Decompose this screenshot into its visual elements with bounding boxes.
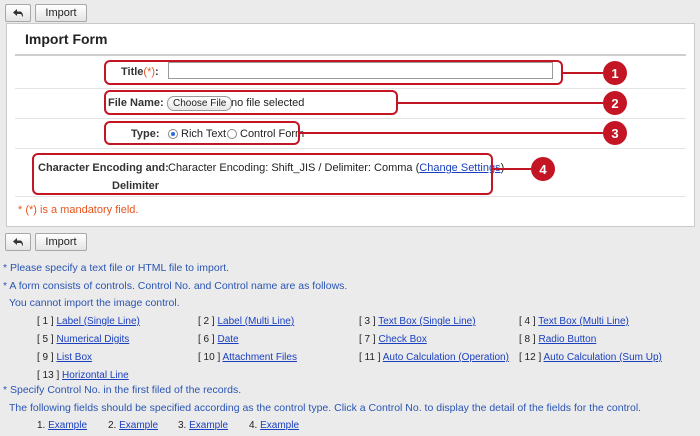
row-divider: [15, 196, 686, 197]
example-link[interactable]: Example: [260, 420, 299, 431]
control-item: [ 4 ] Text Box (Multi Line): [519, 316, 629, 327]
annotation-connector-4: [493, 168, 531, 170]
control-item: [ 3 ] Text Box (Single Line): [359, 316, 476, 327]
control-link[interactable]: Date: [217, 334, 238, 345]
control-number: [ 11 ]: [359, 352, 381, 363]
annotation-box-3: [104, 121, 300, 145]
annotation-box-2: [104, 90, 398, 115]
control-number: [ 8 ]: [519, 334, 536, 345]
control-item: [ 7 ] Check Box: [359, 334, 427, 345]
import-button[interactable]: Import: [35, 4, 87, 22]
annotation-connector-2: [398, 102, 603, 104]
annotation-connector-1: [563, 72, 603, 74]
annotation-badge-1: 1: [603, 61, 627, 85]
control-item: [ 9 ] List Box: [37, 352, 92, 363]
note-fields: The following fields should be specified…: [9, 402, 642, 414]
example-link[interactable]: Example: [119, 420, 158, 431]
control-link[interactable]: Label (Multi Line): [217, 316, 294, 327]
control-link[interactable]: List Box: [56, 352, 92, 363]
control-link[interactable]: Text Box (Single Line): [378, 316, 475, 327]
control-item: [ 8 ] Radio Button: [519, 334, 596, 345]
annotation-box-4: [32, 153, 493, 195]
annotation-badge-4: 4: [531, 157, 555, 181]
example-number: 2.: [108, 420, 117, 431]
control-item: [ 2 ] Label (Multi Line): [198, 316, 294, 327]
annotation-badge-2: 2: [603, 91, 627, 115]
control-item: [ 10 ] Attachment Files: [198, 352, 297, 363]
control-link[interactable]: Check Box: [378, 334, 426, 345]
control-item: [ 1 ] Label (Single Line): [37, 316, 140, 327]
back-arrow-icon: [13, 238, 23, 246]
control-number: [ 9 ]: [37, 352, 54, 363]
control-link[interactable]: Label (Single Line): [56, 316, 139, 327]
control-item: [ 5 ] Numerical Digits: [37, 334, 129, 345]
control-link[interactable]: Attachment Files: [222, 352, 296, 363]
example-item: 3. Example: [178, 420, 228, 431]
note-file-type: * Please specify a text file or HTML fil…: [3, 262, 230, 274]
control-number: [ 3 ]: [359, 316, 376, 327]
control-number: [ 10 ]: [198, 352, 221, 363]
note-image-control: You cannot import the image control.: [9, 297, 180, 309]
bottom-toolbar: Import: [5, 233, 87, 251]
control-link[interactable]: Radio Button: [538, 334, 596, 345]
control-link[interactable]: Auto Calculation (Operation): [383, 352, 509, 363]
control-number: [ 2 ]: [198, 316, 215, 327]
title-divider: [15, 54, 686, 56]
control-number: [ 7 ]: [359, 334, 376, 345]
control-link[interactable]: Auto Calculation (Sum Up): [543, 352, 661, 363]
control-link[interactable]: Numerical Digits: [56, 334, 129, 345]
note-controls: * A form consists of controls. Control N…: [3, 280, 348, 292]
back-button[interactable]: [5, 4, 31, 22]
control-item: [ 12 ] Auto Calculation (Sum Up): [519, 352, 662, 363]
control-item: [ 6 ] Date: [198, 334, 239, 345]
example-item: 2. Example: [108, 420, 158, 431]
control-number: [ 5 ]: [37, 334, 54, 345]
control-number: [ 13 ]: [37, 370, 60, 381]
import-button-bottom[interactable]: Import: [35, 233, 87, 251]
annotation-box-1: [104, 60, 563, 85]
control-item: [ 13 ] Horizontal Line: [37, 370, 129, 381]
example-item: 4. Example: [249, 420, 299, 431]
control-link[interactable]: Text Box (Multi Line): [538, 316, 629, 327]
example-number: 4.: [249, 420, 258, 431]
back-arrow-icon: [13, 9, 23, 17]
example-link[interactable]: Example: [48, 420, 87, 431]
back-button-bottom[interactable]: [5, 233, 31, 251]
note-control-no: * Specify Control No. in the first filed…: [3, 384, 242, 396]
row-divider: [15, 88, 686, 89]
control-number: [ 12 ]: [519, 352, 542, 363]
row-divider: [15, 148, 686, 149]
row-divider: [15, 118, 686, 119]
example-number: 1.: [37, 420, 46, 431]
control-link[interactable]: Horizontal Line: [62, 370, 129, 381]
annotation-connector-3: [300, 132, 603, 134]
example-link[interactable]: Example: [189, 420, 228, 431]
example-item: 1. Example: [37, 420, 87, 431]
mandatory-note: * (*) is a mandatory field.: [18, 204, 139, 216]
page-title: Import Form: [25, 31, 108, 47]
control-number: [ 1 ]: [37, 316, 54, 327]
top-toolbar: Import: [5, 4, 87, 22]
annotation-badge-3: 3: [603, 121, 627, 145]
control-number: [ 6 ]: [198, 334, 215, 345]
control-number: [ 4 ]: [519, 316, 536, 327]
example-number: 3.: [178, 420, 187, 431]
control-item: [ 11 ] Auto Calculation (Operation): [359, 352, 509, 363]
